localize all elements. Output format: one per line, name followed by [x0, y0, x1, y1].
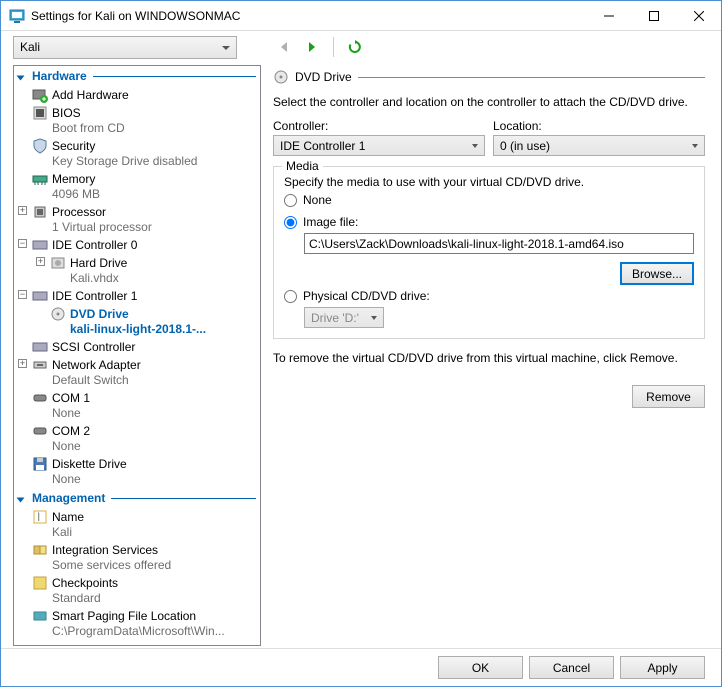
- tree-dvd-drive[interactable]: DVD Drivekali-linux-light-2018.1-...: [14, 305, 260, 338]
- next-button[interactable]: [301, 36, 323, 58]
- toolbar: Kali: [1, 31, 721, 63]
- tree-security[interactable]: SecurityKey Storage Drive disabled: [14, 137, 260, 170]
- panel-description: Select the controller and location on th…: [273, 91, 705, 119]
- tree-name[interactable]: INameKali: [14, 508, 260, 541]
- section-hardware[interactable]: Hardware: [14, 66, 260, 86]
- expand-icon[interactable]: +: [18, 206, 27, 215]
- prev-button[interactable]: [273, 36, 295, 58]
- location-select[interactable]: 0 (in use): [493, 135, 705, 156]
- expand-icon[interactable]: +: [36, 257, 45, 266]
- memory-icon: [32, 171, 48, 187]
- collapse-icon[interactable]: −: [18, 290, 27, 299]
- paging-icon: [32, 608, 48, 624]
- radio-none[interactable]: None: [284, 189, 694, 211]
- tree-com1[interactable]: COM 1None: [14, 389, 260, 422]
- serial-port-icon: [32, 423, 48, 439]
- section-management[interactable]: Management: [14, 488, 260, 508]
- refresh-button[interactable]: [344, 36, 366, 58]
- tree-memory[interactable]: Memory4096 MB: [14, 170, 260, 203]
- dialog-footer: OK Cancel Apply: [1, 648, 721, 686]
- hard-drive-icon: [50, 255, 66, 271]
- collapse-icon[interactable]: −: [18, 239, 27, 248]
- controller-icon: [32, 237, 48, 253]
- media-group: Media Specify the media to use with your…: [273, 166, 705, 339]
- radio-image-file[interactable]: Image file:: [284, 211, 694, 233]
- ok-button[interactable]: OK: [438, 656, 523, 679]
- vm-selector-value: Kali: [20, 40, 40, 54]
- tree-scsi[interactable]: SCSI Controller: [14, 338, 260, 356]
- panel-heading: DVD Drive: [295, 70, 352, 84]
- tree-smart-paging[interactable]: Smart Paging File LocationC:\ProgramData…: [14, 607, 260, 640]
- tree-com2[interactable]: COM 2None: [14, 422, 260, 455]
- tree-network[interactable]: +Network AdapterDefault Switch: [14, 356, 260, 389]
- integration-icon: [32, 542, 48, 558]
- tree-ide0[interactable]: −IDE Controller 0: [14, 236, 260, 254]
- tree-checkpoints[interactable]: CheckpointsStandard: [14, 574, 260, 607]
- media-description: Specify the media to use with your virtu…: [284, 175, 694, 189]
- apply-button[interactable]: Apply: [620, 656, 705, 679]
- physical-drive-select: Drive 'D:': [304, 307, 384, 328]
- location-label: Location:: [493, 119, 705, 133]
- tree-hard-drive[interactable]: +Hard DriveKali.vhdx: [14, 254, 260, 287]
- vm-selector[interactable]: Kali: [13, 36, 237, 59]
- tree-integration[interactable]: Integration ServicesSome services offere…: [14, 541, 260, 574]
- tree-ide1[interactable]: −IDE Controller 1: [14, 287, 260, 305]
- radio-physical[interactable]: Physical CD/DVD drive:: [284, 285, 694, 307]
- name-icon: I: [32, 509, 48, 525]
- controller-label: Controller:: [273, 119, 485, 133]
- cancel-button[interactable]: Cancel: [529, 656, 614, 679]
- settings-tree[interactable]: Hardware Add Hardware BIOSBoot from CD S…: [13, 65, 261, 646]
- media-group-label: Media: [282, 159, 323, 173]
- expand-icon[interactable]: +: [18, 359, 27, 368]
- serial-port-icon: [32, 390, 48, 406]
- dvd-icon: [50, 306, 66, 322]
- close-button[interactable]: [676, 1, 721, 30]
- svg-text:I: I: [37, 510, 40, 524]
- cpu-icon: [32, 204, 48, 220]
- tree-diskette[interactable]: Diskette DriveNone: [14, 455, 260, 488]
- image-path-input[interactable]: [304, 233, 694, 254]
- bios-icon: [32, 105, 48, 121]
- tree-bios[interactable]: BIOSBoot from CD: [14, 104, 260, 137]
- maximize-button[interactable]: [631, 1, 676, 30]
- tree-add-hardware[interactable]: Add Hardware: [14, 86, 260, 104]
- app-icon: [9, 8, 25, 24]
- checkpoint-icon: [32, 575, 48, 591]
- add-hardware-icon: [32, 87, 48, 103]
- tree-processor[interactable]: +Processor1 Virtual processor: [14, 203, 260, 236]
- shield-icon: [32, 138, 48, 154]
- diskette-icon: [32, 456, 48, 472]
- controller-icon: [32, 339, 48, 355]
- remove-description: To remove the virtual CD/DVD drive from …: [273, 339, 705, 377]
- browse-button[interactable]: Browse...: [620, 262, 694, 285]
- details-panel: DVD Drive Select the controller and loca…: [261, 63, 721, 648]
- minimize-button[interactable]: [586, 1, 631, 30]
- controller-select[interactable]: IDE Controller 1: [273, 135, 485, 156]
- window-title: Settings for Kali on WINDOWSONMAC: [31, 9, 586, 23]
- controller-icon: [32, 288, 48, 304]
- remove-button[interactable]: Remove: [632, 385, 705, 408]
- dvd-icon: [273, 69, 289, 85]
- network-icon: [32, 357, 48, 373]
- titlebar: Settings for Kali on WINDOWSONMAC: [1, 1, 721, 31]
